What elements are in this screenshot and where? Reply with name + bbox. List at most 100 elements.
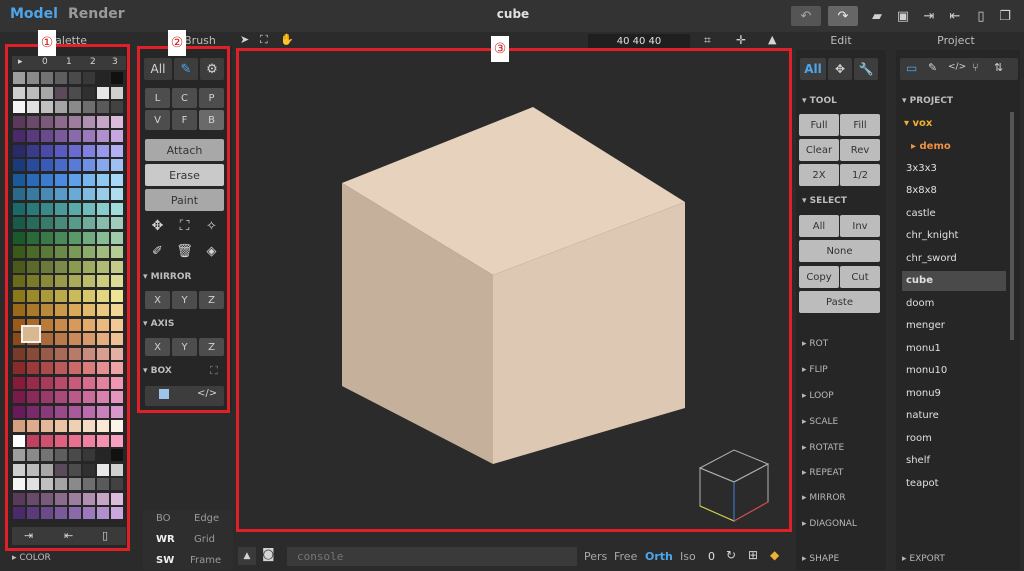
erase-button[interactable]: Erase bbox=[145, 164, 224, 186]
color-swatch[interactable] bbox=[41, 478, 53, 490]
sw-toggle[interactable]: SW bbox=[156, 555, 174, 566]
color-swatch[interactable] bbox=[69, 463, 81, 476]
color-swatch[interactable] bbox=[69, 362, 81, 374]
color-swatch[interactable] bbox=[55, 115, 67, 128]
color-swatch[interactable] bbox=[13, 507, 25, 519]
vox-folder[interactable]: ▾ vox bbox=[904, 118, 932, 129]
color-swatch[interactable] bbox=[55, 434, 67, 447]
color-swatch[interactable] bbox=[41, 492, 53, 505]
color-swatch[interactable] bbox=[27, 391, 39, 403]
color-swatch[interactable] bbox=[27, 188, 39, 200]
project-item[interactable]: chr_knight bbox=[905, 226, 1005, 246]
color-swatch[interactable] bbox=[83, 159, 95, 171]
color-section-label[interactable]: ▸ COLOR bbox=[12, 553, 51, 563]
color-swatch[interactable] bbox=[55, 159, 67, 171]
loop-section[interactable]: ▸ LOOP bbox=[802, 391, 834, 401]
mode-b-button[interactable]: B bbox=[199, 110, 224, 130]
project-item[interactable]: monu9 bbox=[905, 384, 1005, 404]
color-swatch[interactable] bbox=[27, 101, 39, 113]
color-swatch[interactable] bbox=[41, 333, 53, 345]
diagonal-section[interactable]: ▸ DIAGONAL bbox=[802, 519, 857, 529]
color-swatch[interactable] bbox=[55, 173, 67, 186]
tab-model[interactable]: Model bbox=[10, 6, 58, 22]
marquee-icon[interactable]: ⛶ bbox=[260, 33, 268, 47]
sort-icon[interactable]: ⇅ bbox=[994, 61, 1003, 74]
color-swatch[interactable] bbox=[27, 130, 39, 142]
color-swatch[interactable] bbox=[97, 86, 109, 99]
color-swatch[interactable] bbox=[69, 202, 81, 215]
project-item[interactable]: nature bbox=[905, 406, 1005, 426]
color-swatch[interactable] bbox=[27, 347, 39, 360]
size-readout[interactable]: 40 40 40 bbox=[588, 34, 690, 50]
color-swatch[interactable] bbox=[13, 101, 25, 113]
color-swatch[interactable] bbox=[13, 405, 25, 418]
color-swatch[interactable] bbox=[97, 434, 109, 447]
color-swatch[interactable] bbox=[27, 72, 39, 84]
undo-button[interactable]: ↶ bbox=[791, 6, 821, 26]
color-swatch[interactable] bbox=[41, 289, 53, 302]
color-swatch[interactable] bbox=[13, 130, 25, 142]
hand-icon[interactable]: ✋ bbox=[280, 33, 294, 46]
transform-icon[interactable]: ✥ bbox=[828, 58, 852, 80]
color-swatch[interactable] bbox=[69, 217, 81, 229]
color-swatch[interactable] bbox=[111, 188, 123, 200]
palette-tab-3[interactable]: 3 bbox=[112, 57, 118, 67]
folder-icon[interactable]: ▭ bbox=[906, 61, 917, 75]
color-swatch[interactable] bbox=[41, 173, 53, 186]
attach-button[interactable]: Attach bbox=[145, 139, 224, 161]
color-swatch[interactable] bbox=[83, 434, 95, 447]
color-swatch[interactable] bbox=[13, 115, 25, 128]
color-swatch[interactable] bbox=[41, 115, 53, 128]
project-item[interactable]: shelf bbox=[905, 451, 1005, 471]
color-swatch[interactable] bbox=[97, 231, 109, 244]
color-swatch[interactable] bbox=[69, 449, 81, 461]
color-swatch[interactable] bbox=[97, 159, 109, 171]
reset-view-icon[interactable]: ↻ bbox=[726, 548, 736, 562]
color-swatch[interactable] bbox=[83, 130, 95, 142]
color-swatch[interactable] bbox=[13, 289, 25, 302]
color-swatch[interactable] bbox=[97, 275, 109, 287]
color-swatch[interactable] bbox=[83, 362, 95, 374]
color-swatch[interactable] bbox=[13, 72, 25, 84]
color-swatch[interactable] bbox=[41, 217, 53, 229]
box-fill-icon[interactable] bbox=[159, 389, 169, 399]
color-swatch[interactable] bbox=[97, 463, 109, 476]
color-swatch[interactable] bbox=[41, 86, 53, 99]
color-swatch[interactable] bbox=[97, 217, 109, 229]
color-swatch[interactable] bbox=[83, 202, 95, 215]
color-swatch[interactable] bbox=[13, 275, 25, 287]
color-swatch[interactable] bbox=[55, 318, 67, 331]
color-swatch[interactable] bbox=[111, 173, 123, 186]
color-swatch[interactable] bbox=[69, 188, 81, 200]
color-swatch[interactable] bbox=[69, 144, 81, 157]
color-swatch[interactable] bbox=[27, 289, 39, 302]
center-icon[interactable]: ✛ bbox=[736, 33, 746, 47]
color-swatch[interactable] bbox=[83, 376, 95, 389]
color-swatch[interactable] bbox=[55, 275, 67, 287]
color-swatch[interactable] bbox=[111, 246, 123, 258]
axis-section-label[interactable]: ▾ AXIS bbox=[143, 319, 174, 329]
color-swatch[interactable] bbox=[97, 173, 109, 186]
double-button[interactable]: 2X bbox=[799, 164, 839, 186]
color-swatch[interactable] bbox=[55, 144, 67, 157]
color-swatch[interactable] bbox=[83, 260, 95, 273]
color-swatch[interactable] bbox=[69, 86, 81, 99]
select-box-icon[interactable]: ⛶ bbox=[172, 215, 197, 237]
color-swatch[interactable] bbox=[27, 159, 39, 171]
cube-icon[interactable]: ◆ bbox=[770, 548, 779, 562]
color-swatch[interactable] bbox=[69, 376, 81, 389]
paint-button[interactable]: Paint bbox=[145, 189, 224, 211]
color-swatch[interactable] bbox=[111, 275, 123, 287]
scale-section[interactable]: ▸ SCALE bbox=[802, 417, 838, 427]
color-swatch[interactable] bbox=[13, 231, 25, 244]
magic-wand-icon[interactable]: ✧ bbox=[199, 215, 224, 237]
project-item[interactable]: monu1 bbox=[905, 339, 1005, 359]
color-swatch[interactable] bbox=[41, 507, 53, 519]
color-swatch[interactable] bbox=[111, 347, 123, 360]
color-swatch[interactable] bbox=[83, 231, 95, 244]
color-swatch[interactable] bbox=[41, 130, 53, 142]
color-swatch[interactable] bbox=[55, 478, 67, 490]
redo-button[interactable]: ↷ bbox=[828, 6, 858, 26]
color-swatch[interactable] bbox=[69, 115, 81, 128]
mode-l-button[interactable]: L bbox=[145, 88, 170, 108]
